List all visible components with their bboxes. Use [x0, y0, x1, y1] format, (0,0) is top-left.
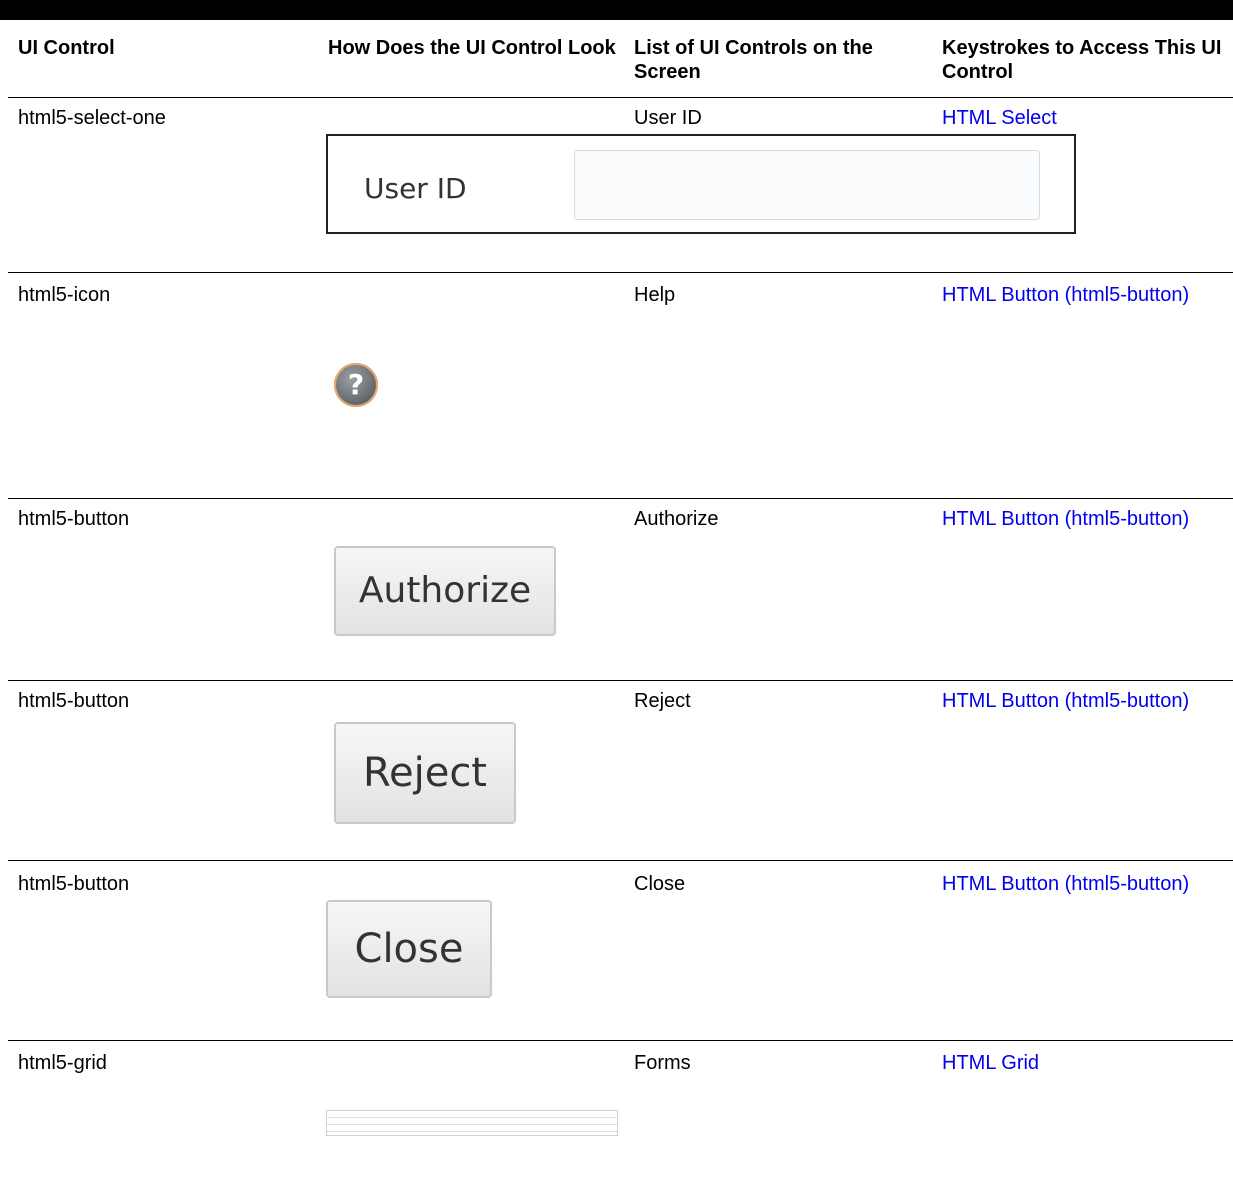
grid-row — [327, 1125, 617, 1132]
row5-screen-name: Close — [634, 873, 686, 895]
row1-screen-name: User ID — [634, 107, 702, 129]
row6-control: html5-grid — [18, 1052, 107, 1074]
header-keystrokes: Keystrokes to Access This UI Control — [942, 37, 1222, 83]
grid-row — [327, 1118, 617, 1125]
row6-keystroke-link[interactable]: HTML Grid — [942, 1051, 1202, 1075]
row4-keystroke-link[interactable]: HTML Button (html5-button) — [942, 689, 1202, 713]
row6-screen-name: Forms — [634, 1052, 691, 1074]
reject-button-image: Reject — [334, 722, 516, 824]
row4-screen-name: Reject — [634, 690, 691, 712]
row-rule — [8, 860, 1233, 861]
user-id-control-image: User ID — [326, 134, 1076, 234]
header-rule — [8, 97, 1233, 98]
row-rule — [8, 680, 1233, 681]
row2-keystroke-link[interactable]: HTML Button (html5-button) — [942, 283, 1202, 307]
row5-control: html5-button — [18, 873, 130, 895]
authorize-button-image: Authorize — [334, 546, 556, 636]
row-rule — [8, 498, 1233, 499]
user-id-input — [574, 150, 1040, 220]
header-ui-look: How Does the UI Control Look — [328, 37, 616, 59]
top-border-bar — [0, 0, 1233, 20]
forms-grid-image — [326, 1110, 618, 1136]
row4-control: html5-button — [18, 690, 130, 712]
row3-control: html5-button — [18, 508, 130, 530]
header-ui-list: List of UI Controls on the Screen — [634, 37, 873, 83]
row1-control: html5-select-one — [18, 107, 166, 129]
row-rule — [8, 1040, 1233, 1041]
help-icon: ? — [334, 363, 378, 407]
row2-control: html5-icon — [18, 284, 111, 306]
grid-row — [327, 1132, 617, 1138]
row3-screen-name: Authorize — [634, 508, 719, 530]
row1-keystroke-link[interactable]: HTML Select — [942, 106, 1212, 130]
row2-screen-name: Help — [634, 284, 676, 306]
user-id-label: User ID — [364, 172, 467, 205]
header-ui-control: UI Control — [18, 37, 115, 59]
grid-header-row — [327, 1111, 617, 1118]
row5-keystroke-link[interactable]: HTML Button (html5-button) — [942, 872, 1202, 896]
close-button-image: Close — [326, 900, 492, 998]
row3-keystroke-link[interactable]: HTML Button (html5-button) — [942, 507, 1202, 531]
row-rule — [8, 272, 1233, 273]
